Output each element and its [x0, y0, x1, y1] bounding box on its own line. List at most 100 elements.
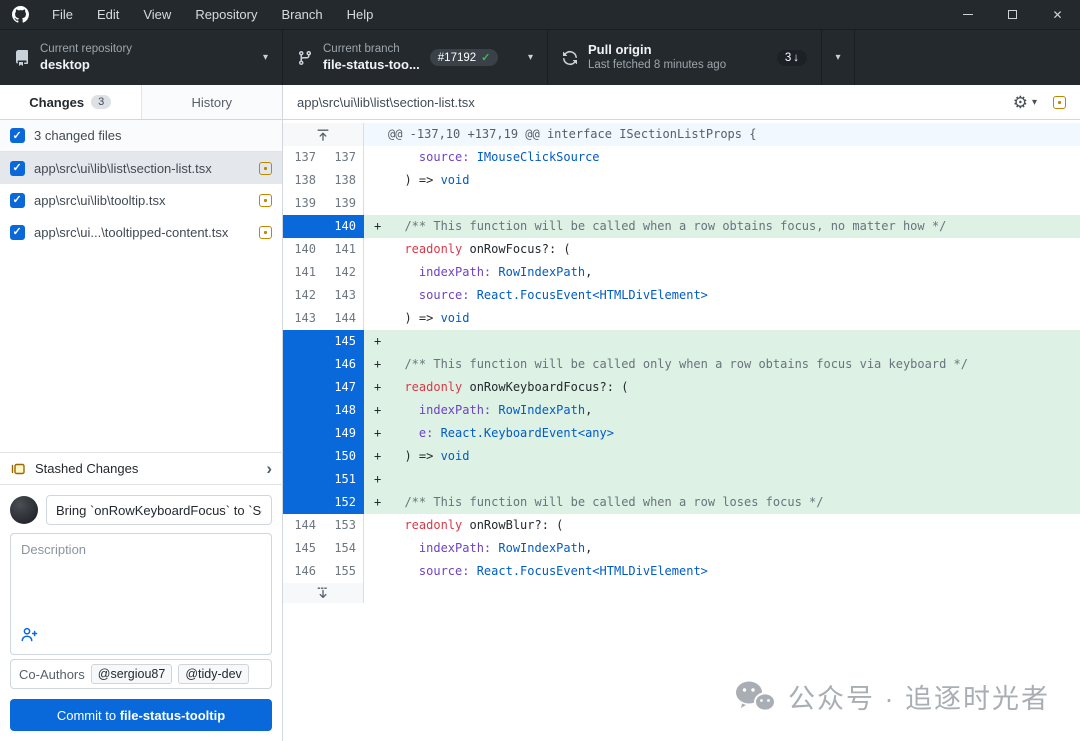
new-line-number[interactable]: 149	[323, 422, 364, 445]
tab-changes[interactable]: Changes 3	[0, 85, 142, 119]
diff-row: 140141 readonly onRowFocus?: (	[283, 238, 1080, 261]
diff-row: 152+ /** This function will be called wh…	[283, 491, 1080, 514]
coauthor-chip[interactable]: @tidy-dev	[178, 664, 248, 684]
code-line: readonly onRowKeyboardFocus?: (	[390, 376, 628, 399]
new-line-number[interactable]: 138	[323, 169, 364, 192]
commit-button[interactable]: Commit to file-status-tooltip	[10, 699, 272, 731]
changed-files-header[interactable]: 3 changed files	[0, 120, 282, 152]
diff-marker: +	[364, 468, 390, 491]
new-line-number[interactable]: 147	[323, 376, 364, 399]
diff-marker	[364, 261, 390, 284]
diff-row: 145+	[283, 330, 1080, 353]
new-line-number[interactable]: 151	[323, 468, 364, 491]
new-line-number[interactable]: 155	[323, 560, 364, 583]
old-line-number[interactable]: 141	[283, 261, 323, 284]
new-line-number[interactable]: 139	[323, 192, 364, 215]
old-line-number[interactable]: 137	[283, 146, 323, 169]
file-row[interactable]: app\src\ui\lib\list\section-list.tsx	[0, 152, 282, 184]
old-line-number[interactable]: 143	[283, 307, 323, 330]
file-row[interactable]: app\src\ui...\tooltipped-content.tsx	[0, 216, 282, 248]
diff-row: 149+ e: React.KeyboardEvent<any>	[283, 422, 1080, 445]
ci-check-icon: ✓	[481, 51, 490, 64]
wechat-icon	[734, 680, 776, 713]
code-line: indexPath: RowIndexPath,	[390, 399, 592, 422]
new-line-number[interactable]: 146	[323, 353, 364, 376]
new-line-number[interactable]: 150	[323, 445, 364, 468]
pull-dropdown-button[interactable]: ▾	[822, 30, 855, 85]
old-line-number[interactable]	[283, 422, 323, 445]
old-line-number[interactable]	[283, 376, 323, 399]
menu-branch[interactable]: Branch	[269, 0, 334, 29]
diff-row: 150+ ) => void	[283, 445, 1080, 468]
old-line-number[interactable]: 145	[283, 537, 323, 560]
file-checkbox[interactable]	[10, 225, 25, 240]
diff-row: 139139	[283, 192, 1080, 215]
new-line-number[interactable]: 148	[323, 399, 364, 422]
old-line-number[interactable]: 138	[283, 169, 323, 192]
file-checkbox[interactable]	[10, 193, 25, 208]
modified-icon	[259, 162, 272, 175]
expand-down-button[interactable]	[283, 583, 364, 603]
new-line-number[interactable]: 153	[323, 514, 364, 537]
branch-picker-value: file-status-too...	[323, 57, 420, 74]
diff-row: 137137 source: IMouseClickSource	[283, 146, 1080, 169]
github-logo-icon	[0, 6, 40, 23]
close-button[interactable]: ✕	[1035, 0, 1080, 29]
old-line-number[interactable]	[283, 399, 323, 422]
repository-picker[interactable]: Current repository desktop ▾	[0, 30, 283, 85]
menu-help[interactable]: Help	[335, 0, 386, 29]
new-line-number[interactable]: 144	[323, 307, 364, 330]
old-line-number[interactable]	[283, 445, 323, 468]
new-line-number[interactable]: 137	[323, 146, 364, 169]
diff-row: 145154 indexPath: RowIndexPath,	[283, 537, 1080, 560]
old-line-number[interactable]	[283, 215, 323, 238]
toolbar: Current repository desktop ▾ Current bra…	[0, 30, 1080, 85]
commit-summary-input[interactable]	[46, 495, 272, 525]
old-line-number[interactable]	[283, 353, 323, 376]
avatar	[10, 496, 38, 524]
pull-origin-button[interactable]: Pull origin Last fetched 8 minutes ago 3…	[548, 30, 822, 85]
menu-repository[interactable]: Repository	[183, 0, 269, 29]
diff-marker: +	[364, 491, 390, 514]
new-line-number[interactable]: 154	[323, 537, 364, 560]
new-line-number[interactable]: 143	[323, 284, 364, 307]
old-line-number[interactable]	[283, 491, 323, 514]
menu-edit[interactable]: Edit	[85, 0, 131, 29]
new-line-number[interactable]: 145	[323, 330, 364, 353]
coauthors-row[interactable]: Co-Authors @sergiou87@tidy-dev	[10, 659, 272, 689]
sidebar: Changes 3 History 3 changed files app\sr…	[0, 85, 283, 741]
diff-file-path: app\src\ui\lib\list\section-list.tsx	[297, 95, 1013, 110]
menu-view[interactable]: View	[131, 0, 183, 29]
maximize-button[interactable]	[990, 0, 1035, 29]
old-line-number[interactable]: 140	[283, 238, 323, 261]
select-all-checkbox[interactable]	[10, 128, 25, 143]
coauthor-chip[interactable]: @sergiou87	[91, 664, 173, 684]
expand-up-button[interactable]	[283, 123, 364, 146]
new-line-number[interactable]: 152	[323, 491, 364, 514]
file-checkbox[interactable]	[10, 161, 25, 176]
branch-picker[interactable]: Current branch file-status-too... #17192…	[283, 30, 548, 85]
new-line-number[interactable]: 140	[323, 215, 364, 238]
old-line-number[interactable]: 146	[283, 560, 323, 583]
new-line-number[interactable]: 142	[323, 261, 364, 284]
expand-bottom-row	[283, 583, 1080, 603]
old-line-number[interactable]: 142	[283, 284, 323, 307]
commit-description-input[interactable]	[11, 534, 271, 624]
file-path-label: app\src\ui\lib\list\section-list.tsx	[34, 161, 250, 176]
add-coauthor-button[interactable]	[21, 627, 38, 647]
diff-marker: +	[364, 399, 390, 422]
file-row[interactable]: app\src\ui\lib\tooltip.tsx	[0, 184, 282, 216]
diff-marker	[364, 146, 390, 169]
new-line-number[interactable]: 141	[323, 238, 364, 261]
old-line-number[interactable]	[283, 468, 323, 491]
pull-origin-sublabel: Last fetched 8 minutes ago	[588, 58, 726, 73]
old-line-number[interactable]	[283, 330, 323, 353]
stashed-changes-row[interactable]: Stashed Changes ›	[0, 452, 282, 485]
minimize-button[interactable]	[945, 0, 990, 29]
diff-options-button[interactable]: ⚙ ▾	[1013, 94, 1037, 111]
old-line-number[interactable]: 144	[283, 514, 323, 537]
tab-history[interactable]: History	[142, 85, 283, 119]
menu-file[interactable]: File	[40, 0, 85, 29]
old-line-number[interactable]: 139	[283, 192, 323, 215]
modified-icon	[259, 226, 272, 239]
